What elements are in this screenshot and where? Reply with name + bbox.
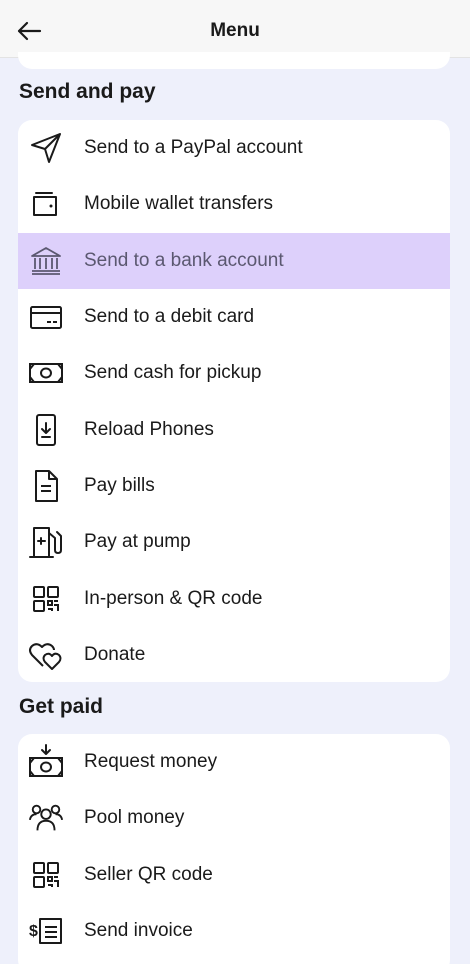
menu-item-in-person-qr-code[interactable]: In-person & QR code bbox=[18, 570, 450, 626]
get-paid-card: Request money Pool money Seller QR code … bbox=[18, 734, 450, 964]
invoice-icon: $ bbox=[28, 913, 64, 949]
menu-item-donate[interactable]: Donate bbox=[18, 627, 450, 682]
menu-item-mobile-wallet-transfers[interactable]: Mobile wallet transfers bbox=[18, 176, 450, 232]
menu-item-send-to-debit-card[interactable]: Send to a debit card bbox=[18, 289, 450, 345]
menu-item-label: Send invoice bbox=[84, 920, 193, 942]
menu-item-send-to-bank-account[interactable]: Send to a bank account bbox=[18, 232, 450, 289]
menu-item-label: Send to a PayPal account bbox=[84, 137, 303, 159]
menu-item-pay-at-pump[interactable]: Pay at pump bbox=[18, 514, 450, 570]
menu-item-send-to-paypal-account[interactable]: Send to a PayPal account bbox=[18, 120, 450, 176]
menu-item-label: Send to a debit card bbox=[84, 306, 255, 328]
menu-item-reload-phones[interactable]: Reload Phones bbox=[18, 401, 450, 457]
menu-item-request-money[interactable]: Request money bbox=[18, 734, 450, 790]
section-heading-get-paid: Get paid bbox=[19, 695, 104, 718]
menu-item-label: Pay bills bbox=[84, 474, 155, 496]
gas-pump-icon bbox=[28, 524, 64, 560]
menu-item-label: Seller QR code bbox=[84, 863, 213, 885]
paper-plane-icon bbox=[28, 130, 64, 166]
qr-code-icon bbox=[28, 581, 64, 617]
menu-item-label: Request money bbox=[84, 751, 218, 773]
previous-card-edge bbox=[18, 52, 450, 69]
request-cash-icon bbox=[28, 744, 64, 780]
phone-reload-icon bbox=[28, 412, 64, 448]
menu-item-label: Send cash for pickup bbox=[84, 362, 262, 384]
svg-text:$: $ bbox=[29, 923, 38, 940]
section-heading-send-and-pay: Send and pay bbox=[19, 80, 156, 103]
menu-item-label: Send to a bank account bbox=[84, 249, 284, 271]
menu-item-pay-bills[interactable]: Pay bills bbox=[18, 458, 450, 514]
bank-icon bbox=[28, 243, 64, 279]
wallet-icon bbox=[28, 186, 64, 222]
send-and-pay-card: Send to a PayPal account Mobile wallet t… bbox=[18, 120, 450, 682]
menu-item-label: Pool money bbox=[84, 807, 185, 829]
menu-item-send-invoice[interactable]: $ Send invoice bbox=[18, 903, 450, 959]
menu-item-pool-money[interactable]: Pool money bbox=[18, 790, 450, 846]
menu-item-label: Pay at pump bbox=[84, 531, 191, 553]
cash-icon bbox=[28, 355, 64, 391]
menu-item-seller-qr-code[interactable]: Seller QR code bbox=[18, 847, 450, 903]
group-people-icon bbox=[28, 800, 64, 836]
menu-item-label: Reload Phones bbox=[84, 418, 214, 440]
hearts-icon bbox=[28, 637, 64, 673]
page-title: Menu bbox=[210, 20, 260, 41]
qr-code-icon bbox=[28, 857, 64, 893]
menu-item-send-cash-for-pickup[interactable]: Send cash for pickup bbox=[18, 345, 450, 401]
menu-item-label: Mobile wallet transfers bbox=[84, 193, 274, 215]
menu-item-label: Donate bbox=[84, 643, 146, 665]
top-bar: Menu bbox=[0, 0, 470, 58]
debit-card-icon bbox=[28, 299, 64, 335]
bill-document-icon bbox=[28, 468, 64, 504]
menu-item-label: In-person & QR code bbox=[84, 587, 263, 609]
